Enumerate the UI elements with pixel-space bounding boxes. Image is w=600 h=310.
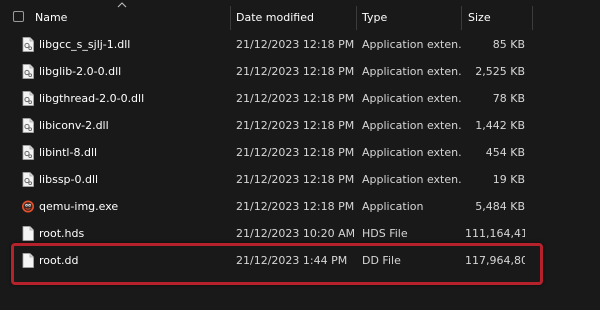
file-type: Application exten... [362,65,462,78]
file-row[interactable]: libgthread-2.0-0.dll 21/12/2023 12:18 PM… [0,85,600,112]
file-date-modified: 21/12/2023 12:18 PM [236,200,354,213]
file-size: 19 KB [492,173,525,186]
file-type: Application exten... [362,92,462,105]
dll-icon [22,37,34,52]
file-row[interactable]: libintl-8.dll 21/12/2023 12:18 PM Applic… [0,139,600,166]
file-row[interactable]: libglib-2.0-0.dll 21/12/2023 12:18 PM Ap… [0,58,600,85]
file-size: 5,484 KB [475,200,525,213]
file-name: libiconv-2.dll [39,119,109,132]
file-name: qemu-img.exe [39,200,119,213]
blank-file-icon [22,226,34,241]
dll-icon [22,145,34,160]
column-divider[interactable] [356,6,357,30]
column-header-name[interactable]: Name [35,10,67,26]
column-header-date-modified[interactable]: Date modified [236,10,314,26]
file-name: libgthread-2.0-0.dll [39,92,145,105]
file-type: Application exten... [362,38,462,51]
file-size: 2,525 KB [475,65,525,78]
dll-icon [22,118,34,133]
file-type: Application exten... [362,119,462,132]
file-row[interactable]: qemu-img.exe 21/12/2023 12:18 PM Applica… [0,193,600,220]
file-type: Application exten... [362,173,462,186]
file-date-modified: 21/12/2023 12:18 PM [236,38,354,51]
file-size: 78 KB [492,92,525,105]
file-type: Application [362,200,424,213]
file-date-modified: 21/12/2023 12:18 PM [236,173,354,186]
file-name: libglib-2.0-0.dll [39,65,122,78]
file-list-pane: Name Date modified Type Size libgcc_s_sj… [0,0,600,310]
file-name: libgcc_s_sjlj-1.dll [39,38,131,51]
file-date-modified: 21/12/2023 12:18 PM [236,119,354,132]
file-size: 1,442 KB [475,119,525,132]
file-size: 85 KB [492,38,525,51]
file-type: Application exten... [362,146,462,159]
file-date-modified: 21/12/2023 12:18 PM [236,92,354,105]
dll-icon [22,172,34,187]
file-name: libintl-8.dll [39,146,98,159]
column-header-type[interactable]: Type [362,10,387,26]
highlight-annotation-box [11,243,543,285]
column-divider[interactable] [532,6,533,30]
file-row[interactable]: libgcc_s_sjlj-1.dll 21/12/2023 12:18 PM … [0,31,600,58]
file-date-modified: 21/12/2023 12:18 PM [236,65,354,78]
select-all-checkbox[interactable] [13,11,24,22]
column-header-size[interactable]: Size [468,10,491,26]
file-row[interactable]: libiconv-2.dll 21/12/2023 12:18 PM Appli… [0,112,600,139]
column-divider[interactable] [461,6,462,30]
qemu-app-icon [22,200,34,213]
dll-icon [22,64,34,79]
column-divider[interactable] [230,6,231,30]
column-header-bar: Name Date modified Type Size [0,0,600,34]
file-name: libssp-0.dll [39,173,99,186]
sort-ascending-icon [117,2,127,8]
dll-icon [22,91,34,106]
file-size: 454 KB [485,146,525,159]
file-row[interactable]: libssp-0.dll 21/12/2023 12:18 PM Applica… [0,166,600,193]
file-date-modified: 21/12/2023 12:18 PM [236,146,354,159]
